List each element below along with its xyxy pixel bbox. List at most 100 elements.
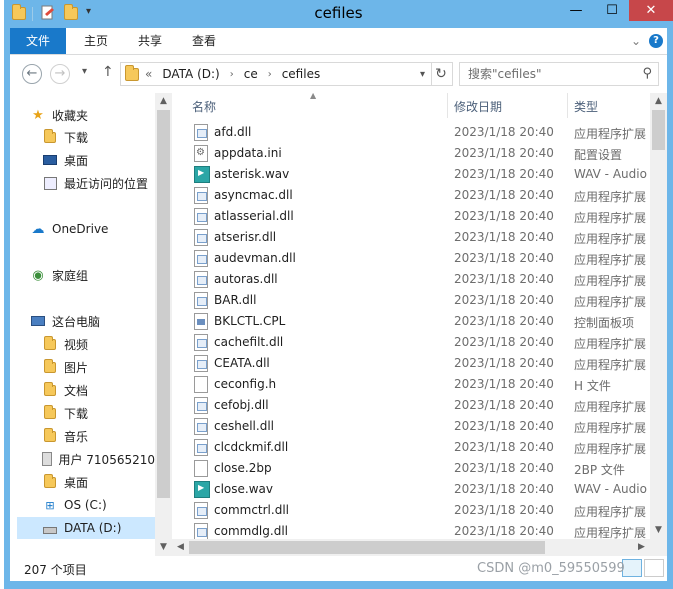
file-name[interactable]: autoras.dll — [214, 272, 278, 286]
path-overflow-icon[interactable]: « — [145, 67, 152, 81]
column-divider[interactable] — [567, 93, 568, 118]
file-name[interactable]: commctrl.dll — [214, 503, 289, 517]
sidebar-scrollbar[interactable]: ▲ ▼ — [155, 93, 172, 556]
table-row[interactable]: BAR.dll 2023/1/18 20:40 应用程序扩展 — [172, 290, 650, 311]
sidebar-item-videos[interactable]: 视频 — [42, 333, 88, 355]
file-name[interactable]: ceconfig.h — [214, 377, 276, 391]
sidebar-item-downloads-pc[interactable]: 下载 — [42, 402, 88, 424]
table-row[interactable]: CEATA.dll 2023/1/18 20:40 应用程序扩展 — [172, 353, 650, 374]
scroll-up-icon[interactable]: ▲ — [155, 93, 172, 110]
sidebar-item-documents[interactable]: 文档 — [42, 379, 88, 401]
table-row[interactable]: autoras.dll 2023/1/18 20:40 应用程序扩展 — [172, 269, 650, 290]
file-name[interactable]: cefobj.dll — [214, 398, 269, 412]
breadcrumb-cefiles[interactable]: cefiles — [282, 67, 321, 81]
breadcrumb-ce[interactable]: ce — [244, 67, 258, 81]
sidebar-item-music[interactable]: 音乐 — [42, 425, 88, 447]
column-divider[interactable] — [447, 93, 448, 118]
chevron-down-icon[interactable]: ⌄ — [631, 34, 641, 48]
sidebar-item-recent-places[interactable]: 最近访问的位置 — [42, 172, 148, 194]
details-view-button[interactable] — [622, 559, 642, 577]
table-row[interactable]: ceconfig.h 2023/1/18 20:40 H 文件 — [172, 374, 650, 395]
file-name[interactable]: ceshell.dll — [214, 419, 274, 433]
maximize-button[interactable]: ☐ — [599, 0, 625, 21]
column-type[interactable]: 类型 — [574, 98, 598, 115]
sidebar-scroll-thumb[interactable] — [157, 110, 170, 498]
tab-file[interactable]: 文件 — [10, 28, 66, 54]
file-list-vertical-scrollbar[interactable]: ▲ ▼ — [650, 93, 667, 539]
scroll-up-icon[interactable]: ▲ — [650, 93, 667, 110]
sidebar-item-desktop-pc[interactable]: 桌面 — [42, 471, 88, 493]
scroll-right-icon[interactable]: ▶ — [633, 539, 650, 556]
sidebar-item-data-drive[interactable]: DATA (D:) — [17, 517, 155, 539]
tab-share[interactable]: 共享 — [128, 28, 172, 54]
column-date[interactable]: 修改日期 — [454, 98, 502, 115]
table-row[interactable]: cefobj.dll 2023/1/18 20:40 应用程序扩展 — [172, 395, 650, 416]
column-name[interactable]: 名称 — [192, 98, 216, 115]
sidebar-item-onedrive[interactable]: ☁ OneDrive — [30, 218, 109, 240]
file-name[interactable]: asterisk.wav — [214, 167, 289, 181]
desktop-icon — [42, 152, 58, 168]
search-input[interactable]: 搜索"cefiles" ⚲ — [459, 62, 659, 86]
file-name[interactable]: atserisr.dll — [214, 230, 276, 244]
chevron-right-icon[interactable]: › — [268, 69, 272, 80]
tab-view[interactable]: 查看 — [182, 28, 226, 54]
refresh-button[interactable]: ↻ — [430, 62, 453, 86]
minimize-button[interactable]: — — [563, 0, 589, 21]
scroll-down-icon[interactable]: ▼ — [650, 522, 667, 539]
sidebar-item-homegroup[interactable]: ◉ 家庭组 — [30, 264, 88, 286]
sidebar-item-label: OneDrive — [52, 222, 109, 236]
file-name[interactable]: BKLCTL.CPL — [214, 314, 285, 328]
chevron-right-icon[interactable]: › — [230, 69, 234, 80]
sidebar-item-user[interactable]: 用户 710565210 — [42, 448, 155, 470]
file-name[interactable]: commdlg.dll — [214, 524, 288, 538]
table-row[interactable]: BKLCTL.CPL 2023/1/18 20:40 控制面板项 — [172, 311, 650, 332]
table-row[interactable]: atlasserial.dll 2023/1/18 20:40 应用程序扩展 — [172, 206, 650, 227]
sidebar-item-desktop[interactable]: 桌面 — [42, 149, 88, 171]
back-button[interactable]: ← — [22, 64, 42, 84]
tab-home[interactable]: 主页 — [74, 28, 118, 54]
breadcrumb-data-drive[interactable]: DATA (D:) — [162, 67, 219, 81]
table-row[interactable]: commctrl.dll 2023/1/18 20:40 应用程序扩展 — [172, 500, 650, 521]
scroll-left-icon[interactable]: ◀ — [172, 539, 189, 556]
table-row[interactable]: audevman.dll 2023/1/18 20:40 应用程序扩展 — [172, 248, 650, 269]
horizontal-scroll-thumb[interactable] — [189, 541, 545, 554]
file-name[interactable]: CEATA.dll — [214, 356, 270, 370]
file-name[interactable]: close.wav — [214, 482, 273, 496]
address-bar[interactable]: « DATA (D:) › ce › cefiles ▾ — [120, 62, 432, 86]
up-button[interactable]: ↑ — [102, 64, 114, 80]
scroll-down-icon[interactable]: ▼ — [155, 539, 172, 556]
table-row[interactable]: close.wav 2023/1/18 20:40 WAV - Audio Fi — [172, 479, 650, 500]
sidebar-item-os-drive[interactable]: ⊞ OS (C:) — [42, 494, 106, 516]
table-row[interactable]: clcdckmif.dll 2023/1/18 20:40 应用程序扩展 — [172, 437, 650, 458]
table-row[interactable]: atserisr.dll 2023/1/18 20:40 应用程序扩展 — [172, 227, 650, 248]
table-row[interactable]: cachefilt.dll 2023/1/18 20:40 应用程序扩展 — [172, 332, 650, 353]
help-icon[interactable]: ? — [649, 34, 663, 48]
address-dropdown-icon[interactable]: ▾ — [420, 69, 425, 80]
table-row[interactable]: asterisk.wav 2023/1/18 20:40 WAV - Audio F… — [172, 164, 650, 185]
file-name[interactable]: audevman.dll — [214, 251, 296, 265]
file-name[interactable]: BAR.dll — [214, 293, 256, 307]
file-name[interactable]: cachefilt.dll — [214, 335, 283, 349]
table-row[interactable]: asyncmac.dll 2023/1/18 20:40 应用程序扩展 — [172, 185, 650, 206]
large-icons-view-button[interactable] — [644, 559, 664, 577]
close-button[interactable]: ✕ — [629, 0, 673, 21]
forward-button[interactable]: → — [50, 64, 70, 84]
file-name[interactable]: appdata.ini — [214, 146, 282, 160]
search-icon[interactable]: ⚲ — [642, 63, 652, 85]
sidebar-item-downloads[interactable]: 下载 — [42, 126, 88, 148]
sidebar-item-this-pc[interactable]: 这台电脑 — [30, 310, 100, 332]
sidebar-item-pictures[interactable]: 图片 — [42, 356, 88, 378]
file-name[interactable]: afd.dll — [214, 125, 251, 139]
table-row[interactable]: afd.dll 2023/1/18 20:40 应用程序扩展 — [172, 122, 650, 143]
file-name[interactable]: clcdckmif.dll — [214, 440, 288, 454]
file-list-scroll-thumb[interactable] — [652, 110, 665, 150]
sidebar-item-favorites[interactable]: ★ 收藏夹 — [30, 104, 88, 126]
table-row[interactable]: close.2bp 2023/1/18 20:40 2BP 文件 — [172, 458, 650, 479]
table-row[interactable]: appdata.ini 2023/1/18 20:40 配置设置 — [172, 143, 650, 164]
recent-locations-button[interactable]: ▾ — [82, 66, 87, 77]
file-list-horizontal-scrollbar[interactable]: ◀ ▶ — [172, 539, 667, 556]
file-name[interactable]: close.2bp — [214, 461, 272, 475]
table-row[interactable]: ceshell.dll 2023/1/18 20:40 应用程序扩展 — [172, 416, 650, 437]
file-name[interactable]: atlasserial.dll — [214, 209, 294, 223]
file-name[interactable]: asyncmac.dll — [214, 188, 293, 202]
